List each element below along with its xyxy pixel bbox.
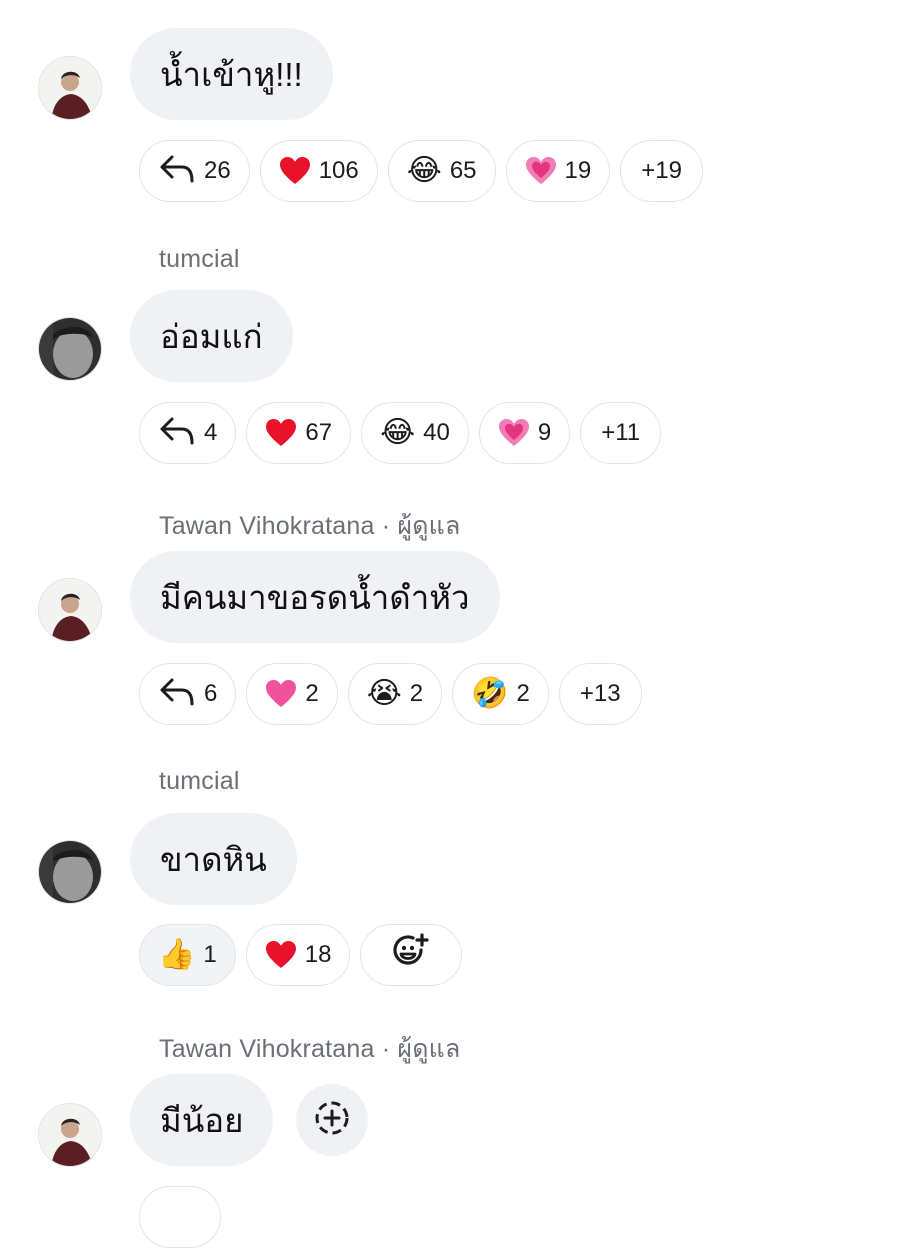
reaction-rofl[interactable]: 🤣 2: [452, 663, 549, 725]
reaction-count: 65: [449, 157, 477, 184]
reply-count: 6: [204, 680, 218, 707]
sender-name[interactable]: Tawan Vihokratana · ผู้ดูแล: [159, 506, 461, 546]
more-reactions-count: +19: [641, 157, 682, 184]
reaction-count: 67: [305, 419, 333, 446]
message-bubble[interactable]: อ่อมแก่: [130, 290, 293, 382]
add-reaction-button[interactable]: [360, 924, 463, 986]
pink-heart-emoji: [265, 679, 297, 709]
message-bubble[interactable]: น้ำเข้าหู!!!: [130, 28, 333, 120]
reaction-thumbs-up[interactable]: 👍 1: [139, 924, 236, 986]
avatar[interactable]: [38, 578, 102, 642]
reaction-crying[interactable]: 😭 2: [347, 663, 443, 725]
reaction-joy[interactable]: 😂 65: [387, 140, 496, 202]
reaction-heart[interactable]: 106: [259, 140, 378, 202]
reaction-bar: 4 67 😂 40 9 +11: [139, 402, 662, 464]
sender-name[interactable]: Tawan Vihokratana · ผู้ดูแล: [159, 1029, 461, 1069]
message-text: อ่อมแก่: [160, 317, 263, 355]
reaction-bar: 👍 1 18: [139, 924, 463, 986]
avatar[interactable]: [38, 317, 102, 381]
rofl-emoji: 🤣: [471, 676, 509, 711]
add-reaction-button[interactable]: [296, 1084, 368, 1156]
tears-of-joy-emoji: 😂: [406, 153, 442, 188]
add-reaction-icon: [391, 932, 431, 979]
message-text: ขาดหิน: [160, 840, 267, 878]
reaction-count: 2: [409, 680, 424, 707]
message-bubble[interactable]: มีน้อย: [130, 1074, 274, 1166]
more-reactions-button[interactable]: +13: [558, 663, 642, 725]
reaction-joy[interactable]: 😂 40: [361, 402, 469, 464]
reaction-heart[interactable]: 67: [246, 402, 352, 464]
sender-name[interactable]: tumcial: [159, 767, 240, 796]
red-heart-emoji: [265, 418, 297, 448]
more-reactions-count: +13: [579, 680, 621, 707]
red-heart-emoji: [265, 940, 297, 970]
reply-icon: [158, 153, 196, 190]
thumbs-up-emoji: 👍: [158, 937, 196, 972]
reaction-pink-heart[interactable]: 2: [246, 663, 338, 725]
reply-button[interactable]: [139, 1186, 221, 1248]
reaction-bar: 6 2 😭 2 🤣 2 +13: [139, 663, 642, 725]
growing-heart-emoji: [498, 418, 530, 448]
reaction-count: 18: [304, 941, 332, 968]
avatar[interactable]: [38, 1103, 102, 1167]
reaction-count: 2: [305, 680, 319, 707]
reaction-heart[interactable]: 18: [245, 924, 351, 986]
reply-count: 26: [204, 157, 231, 184]
message-text: มีคนมาขอรดน้ำดำหัว: [160, 578, 470, 616]
reaction-growing-heart[interactable]: 19: [505, 140, 611, 202]
more-reactions-button[interactable]: +19: [620, 140, 703, 202]
message-text: น้ำเข้าหู!!!: [160, 55, 303, 93]
avatar[interactable]: [38, 840, 102, 904]
growing-heart-emoji: [525, 156, 557, 186]
sender-name[interactable]: tumcial: [159, 245, 240, 274]
crying-face-emoji: 😭: [366, 676, 402, 711]
reply-count: 4: [204, 419, 218, 446]
reaction-count: 40: [423, 419, 450, 446]
more-reactions-button[interactable]: +11: [580, 402, 662, 464]
add-reaction-dashed-icon: [312, 1098, 352, 1143]
reply-button[interactable]: 26: [139, 140, 250, 202]
reaction-count: 19: [564, 157, 592, 184]
reaction-count: 9: [537, 419, 552, 446]
red-heart-emoji: [279, 156, 311, 186]
reaction-bar: 26 106 😂 65 19 +19: [139, 140, 703, 202]
message-bubble[interactable]: ขาดหิน: [130, 813, 297, 905]
more-reactions-count: +11: [601, 419, 641, 446]
reply-button[interactable]: 4: [139, 402, 237, 464]
message-text: มีน้อย: [160, 1101, 244, 1139]
tears-of-joy-emoji: 😂: [380, 415, 416, 450]
reply-icon: [158, 676, 196, 713]
reaction-count: 106: [318, 157, 359, 184]
message-bubble[interactable]: มีคนมาขอรดน้ำดำหัว: [130, 551, 500, 643]
avatar[interactable]: [38, 56, 102, 120]
reply-icon: [158, 415, 196, 452]
reaction-count: 1: [203, 941, 217, 968]
reaction-growing-heart[interactable]: 9: [478, 402, 571, 464]
reaction-count: 2: [516, 680, 530, 707]
reply-button[interactable]: 6: [139, 663, 237, 725]
